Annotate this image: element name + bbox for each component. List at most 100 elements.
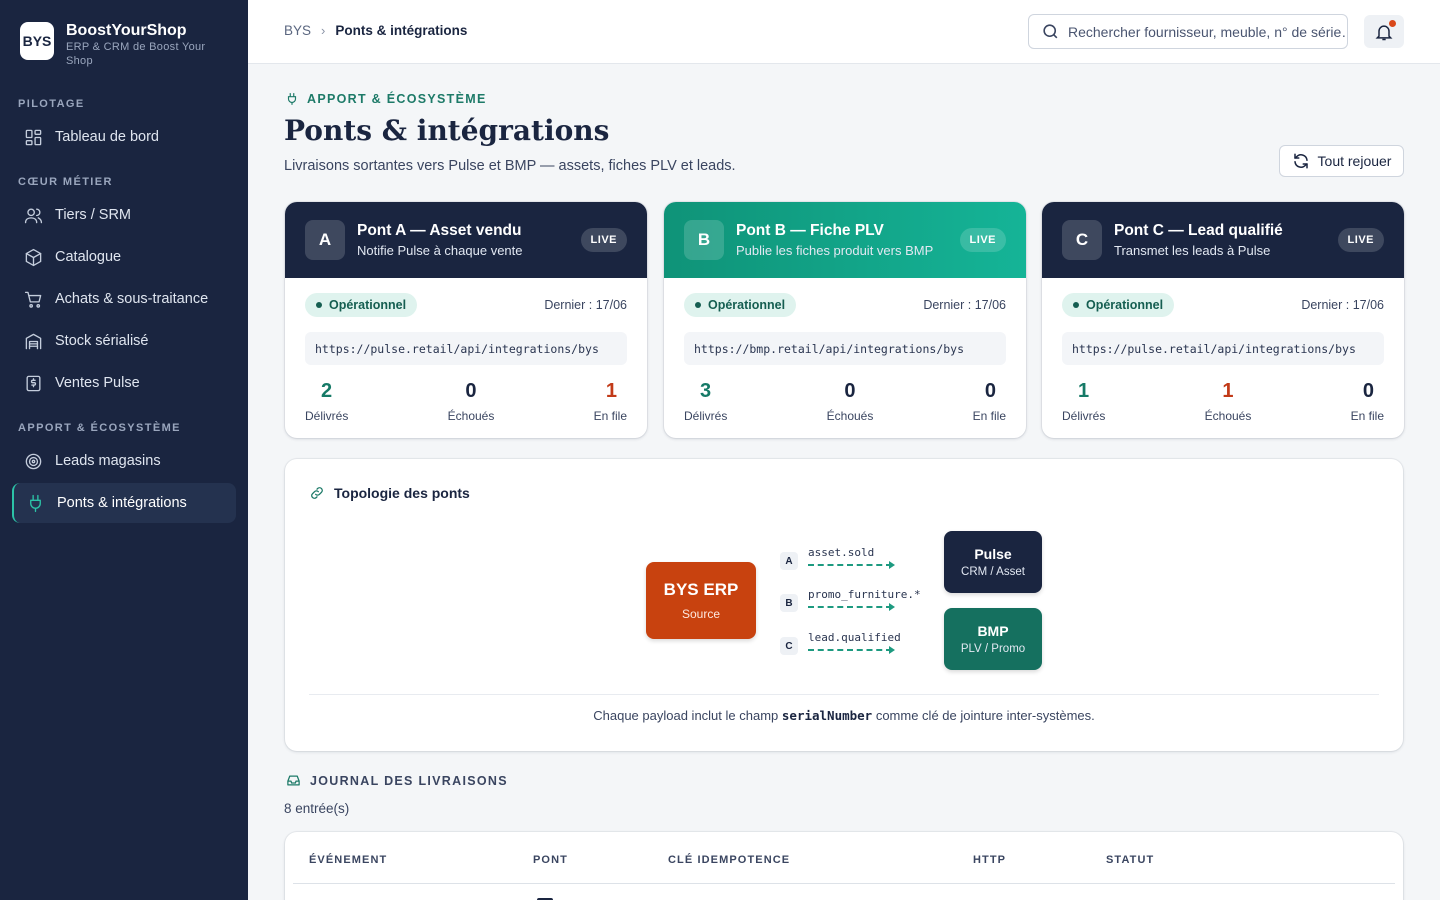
link-icon [311,487,323,499]
target-node-pulse[interactable]: Pulse CRM / Asset [944,531,1042,593]
search-box[interactable] [1028,14,1348,49]
topology-title-label: Topologie des ponts [334,485,470,501]
stat-queued: 0 [1362,380,1374,402]
notification-dot [1389,20,1396,27]
refresh-icon [1293,153,1308,169]
brand[interactable]: BYS BoostYourShop ERP & CRM de Boost You… [20,22,226,68]
arrow-right-icon [808,603,895,611]
edge-tag: B [780,594,798,612]
journal-title: JOURNAL DES LIVRAISONS [310,773,508,788]
bridge-letter: A [305,220,345,260]
inbox-icon [287,775,300,786]
target-name: Pulse [974,546,1012,562]
column-header-status[interactable]: STATUT [1106,854,1154,866]
edge-event: asset.sold [808,546,875,559]
bridge-card-header: A Pont A — Asset vendu Notifie Pulse à c… [285,202,647,278]
edge-b[interactable]: B promo_furniture.* [780,588,921,612]
journal-heading: JOURNAL DES LIVRAISONS [286,773,508,788]
sidebar-item-label: Tiers / SRM [55,207,131,223]
source-node[interactable]: BYS ERP Source [646,562,756,639]
bridge-letter: C [1062,220,1102,260]
stat-label: En file [1350,409,1384,423]
arrow-right-icon [808,646,895,654]
status-badge: Opérationnel [1062,293,1175,317]
stat-label: En file [593,409,627,423]
bridge-title: Pont A — Asset vendu [357,222,522,239]
join-key: serialNumber [781,708,873,723]
sidebar-item-catalogue[interactable]: Catalogue [12,237,236,277]
sidebar-item-tiers[interactable]: Tiers / SRM [12,195,236,235]
receipt-icon [26,375,41,391]
target-icon [25,453,42,469]
edge-tag: C [780,637,798,655]
bridge-card-b[interactable]: B Pont B — Fiche PLV Publie les fiches p… [664,202,1026,438]
sidebar: BYS BoostYourShop ERP & CRM de Boost You… [0,0,248,900]
column-header-event[interactable]: ÉVÉNEMENT [309,854,387,866]
topbar: BYS › Ponts & intégrations [248,0,1440,64]
bridge-card-header: C Pont C — Lead qualifié Transmet les le… [1042,202,1404,278]
edge-c[interactable]: C lead.qualified [780,631,901,655]
replay-all-label: Tout rejouer [1317,153,1392,169]
bridge-stats: 2 Délivrés 0 Échoués 1 En file [305,380,627,423]
arrow-right-icon [808,561,895,569]
sidebar-item-label: Catalogue [55,249,122,265]
bridge-card-a[interactable]: A Pont A — Asset vendu Notifie Pulse à c… [285,202,647,438]
breadcrumb: BYS › Ponts & intégrations [284,23,467,38]
deliveries-table: ÉVÉNEMENT PONT CLÉ IDEMPOTENCE HTTP STAT… [285,832,1403,900]
sidebar-item-ventes[interactable]: Ventes Pulse [12,363,236,403]
live-badge: LIVE [1337,228,1384,252]
stat-delivered: 3 [700,380,712,402]
sidebar-item-dashboard[interactable]: Tableau de bord [12,117,236,157]
search-input[interactable] [1068,23,1347,40]
edge-event: lead.qualified [808,631,901,644]
sidebar-item-leads[interactable]: Leads magasins [12,441,236,481]
bridge-stats: 1 Délivrés 1 Échoués 0 En file [1062,380,1384,423]
table-header: ÉVÉNEMENT PONT CLÉ IDEMPOTENCE HTTP STAT… [293,832,1395,884]
divider [309,694,1379,695]
stat-label: Échoués [826,409,874,423]
status-badge: Opérationnel [684,293,797,317]
stat-label: Échoués [1204,409,1252,423]
topology-panel: Topologie des ponts BYS ERP Source A ass… [285,459,1403,751]
page-subtitle: Livraisons sortantes vers Pulse et BMP —… [284,158,736,174]
source-name: BYS ERP [663,580,739,599]
cart-icon [24,291,42,308]
sidebar-item-achats[interactable]: Achats & sous-traitance [12,279,236,319]
column-header-idempotency[interactable]: CLÉ IDEMPOTENCE [668,854,790,866]
warehouse-icon [25,333,42,349]
breadcrumb-root[interactable]: BYS [284,23,311,38]
nav-section-coeur: CŒUR MÉTIER [18,176,113,188]
status-badge: Opérationnel [305,293,418,317]
search-icon [1043,24,1058,39]
edge-a[interactable]: A asset.sold [780,546,895,570]
target-role: CRM / Asset [961,566,1025,578]
bridge-card-c[interactable]: C Pont C — Lead qualifié Transmet les le… [1042,202,1404,438]
column-header-bridge[interactable]: PONT [533,854,568,866]
sidebar-item-label: Stock sérialisé [55,333,149,349]
sidebar-item-ponts[interactable]: Ponts & intégrations [12,483,236,523]
stat-failed: 0 [844,380,856,402]
edge-tag: A [780,552,798,570]
column-header-http[interactable]: HTTP [973,854,1006,866]
sidebar-item-label: Tableau de bord [55,129,159,145]
stat-queued: 1 [605,380,617,402]
plug-icon [30,494,41,512]
stat-label: Délivrés [305,409,349,423]
endpoint-url: https://bmp.retail/api/integrations/bys [684,332,1006,365]
live-badge: LIVE [580,228,627,252]
bridge-subtitle: Publie les fiches produit vers BMP [736,243,934,258]
topology-note: Chaque payload inclut le champ serialNum… [593,708,1095,723]
notifications-button[interactable] [1364,15,1404,48]
replay-all-button[interactable]: Tout rejouer [1279,145,1404,177]
target-node-bmp[interactable]: BMP PLV / Promo [944,608,1042,670]
users-icon [24,207,43,223]
edge-event: promo_furniture.* [808,588,921,601]
brand-subtitle: ERP & CRM de Boost Your Shop [66,41,206,67]
sidebar-item-stock[interactable]: Stock sérialisé [12,321,236,361]
plug-icon [287,93,297,105]
nav-section-ecosysteme: APPORT & ÉCOSYSTÈME [18,422,181,434]
live-badge: LIVE [959,228,1006,252]
last-delivery: Dernier : 17/06 [544,298,627,312]
target-name: BMP [977,623,1009,639]
topology-title: Topologie des ponts [309,485,470,501]
